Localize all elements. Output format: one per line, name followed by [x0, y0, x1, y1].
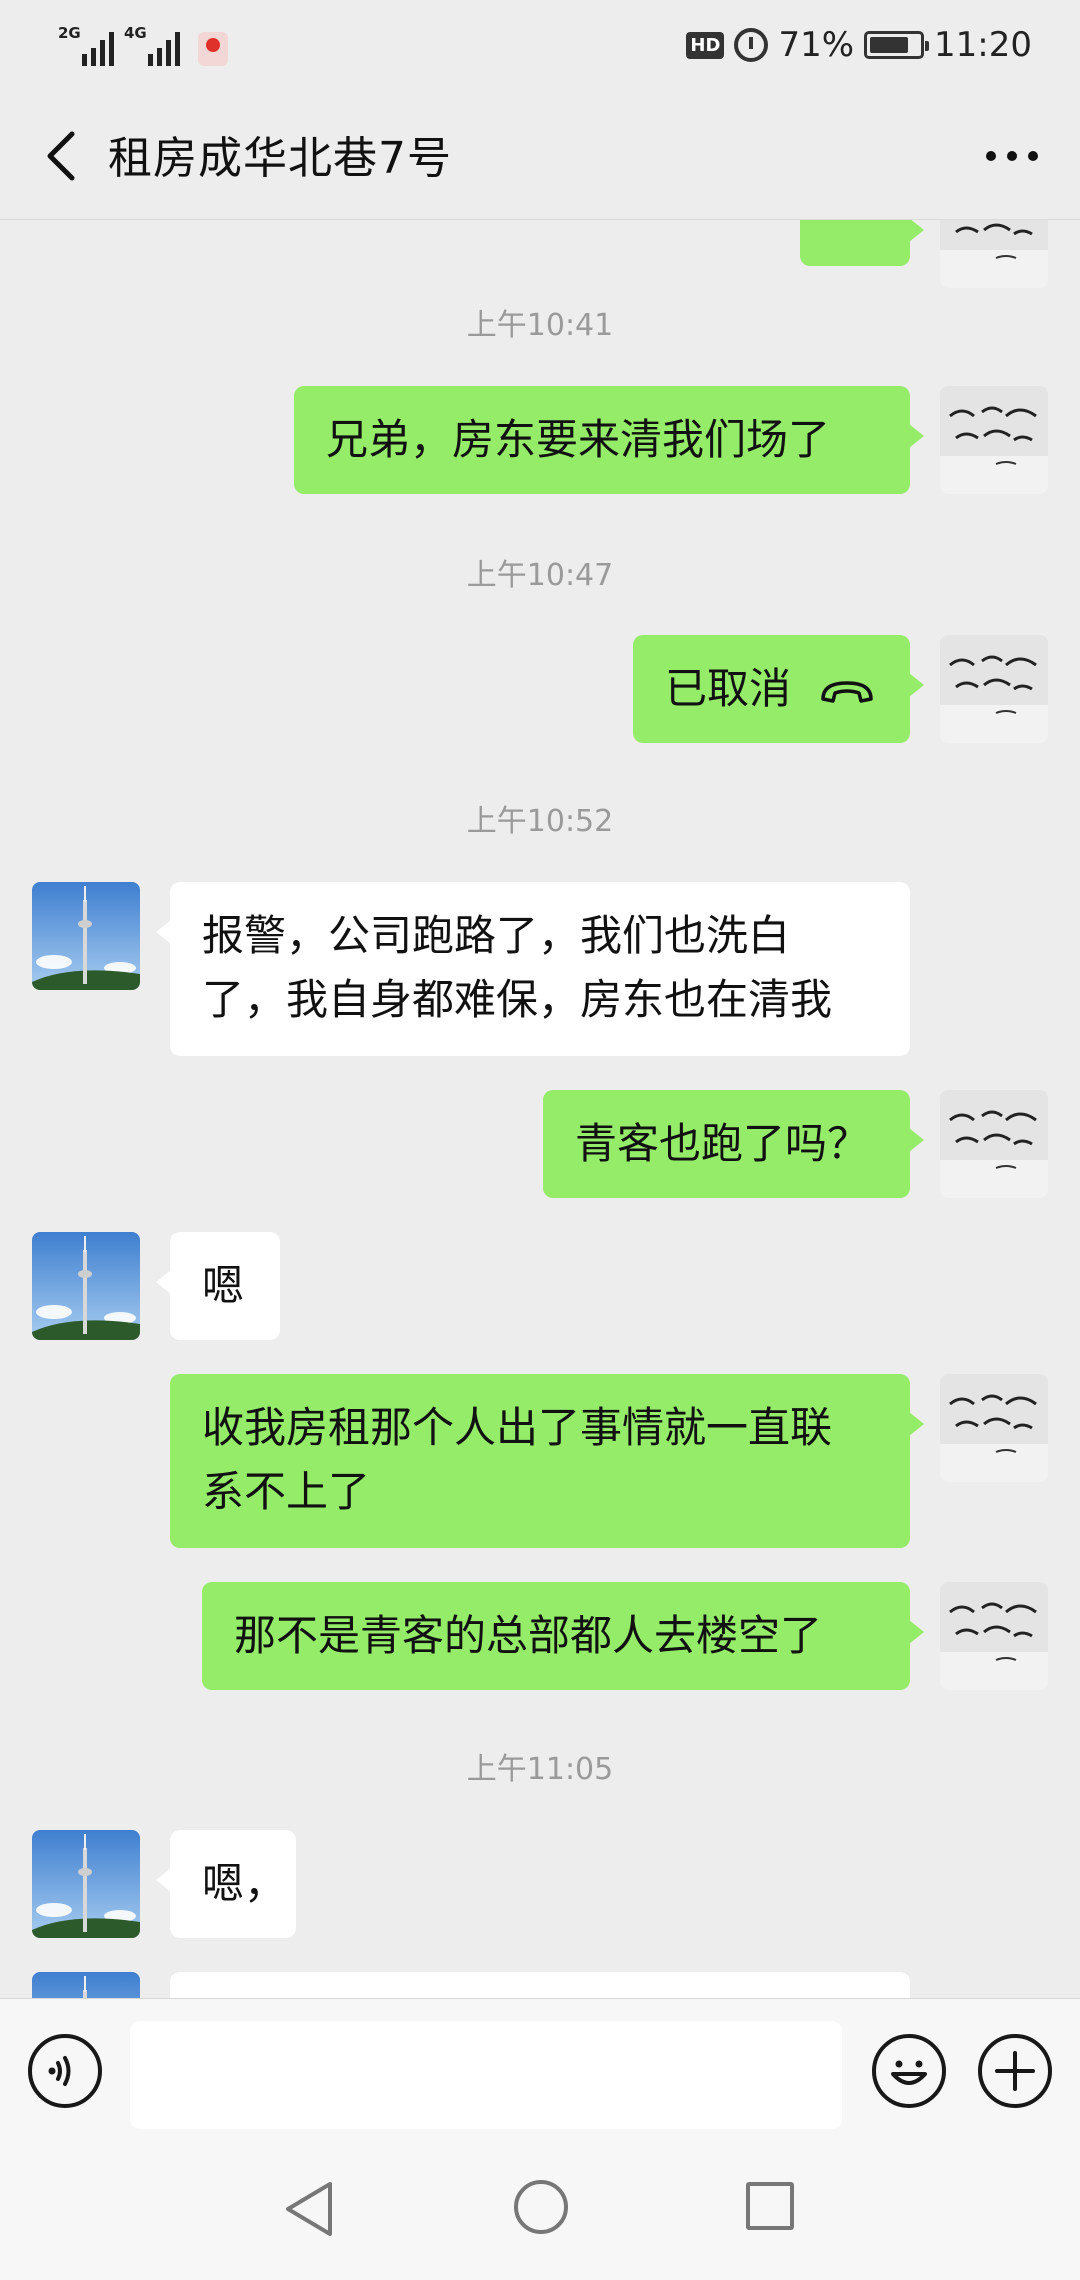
my-avatar[interactable] — [940, 1374, 1048, 1482]
contact-avatar[interactable] — [32, 882, 140, 990]
my-avatar[interactable] — [940, 1090, 1048, 1198]
outgoing-message[interactable]: 收我房租那个人出了事情就一直联 系不上了 — [170, 1374, 924, 1548]
signal-icon: 2G — [58, 24, 114, 66]
more-dots-icon[interactable] — [980, 132, 1044, 180]
message-text: 兄弟，房东要来清我们场了 — [326, 415, 831, 464]
input-bar — [0, 1998, 1080, 2138]
chat-title: 租房成华北巷7号 — [108, 133, 452, 184]
timestamp: 上午10:47 — [466, 558, 614, 593]
chat-area[interactable]: 上午10:41 兄弟，房东要来清我们场了 上午10:47 已取消 上午10:52 … — [0, 220, 1080, 1998]
my-avatar[interactable] — [940, 1582, 1048, 1690]
status-right: HD 71% 11:20 — [686, 20, 1032, 70]
outgoing-message[interactable]: 那不是青客的总部都人去楼空了 — [202, 1582, 924, 1690]
network-type-1: 2G — [58, 24, 81, 42]
message-text: 嗯 — [202, 1261, 245, 1310]
my-avatar[interactable] — [940, 386, 1048, 494]
incoming-message[interactable]: 报警，公司跑路了，我们也洗白 了，我自身都难保，房东也在清我 — [156, 882, 910, 1056]
status-left: 2G 4G — [58, 22, 228, 66]
back-arrow-icon[interactable] — [36, 128, 92, 184]
contact-avatar[interactable] — [32, 1972, 140, 1998]
clock: 11:20 — [934, 25, 1032, 65]
message-text: 嗯， — [202, 1859, 287, 1908]
network-type-2: 4G — [124, 24, 147, 42]
plus-icon[interactable] — [978, 2034, 1052, 2108]
incoming-message[interactable]: 嗯 — [156, 1232, 280, 1340]
message-input[interactable] — [130, 2021, 842, 2129]
outgoing-message[interactable]: 青客也跑了吗？ — [543, 1090, 924, 1198]
incoming-message[interactable]: 嗯， — [156, 1830, 296, 1938]
battery-percent: 71% — [778, 25, 855, 65]
message-bubble-partial[interactable] — [170, 1972, 910, 1998]
location-app-icon — [198, 32, 228, 66]
voice-icon[interactable] — [28, 2034, 102, 2108]
call-status-text: 已取消 — [665, 664, 792, 713]
system-nav-bar — [0, 2138, 1080, 2280]
timestamp: 上午10:52 — [466, 804, 614, 839]
my-avatar[interactable] — [940, 220, 1048, 288]
contact-avatar[interactable] — [32, 1232, 140, 1340]
alarm-icon — [734, 28, 769, 62]
message-text: 那不是青客的总部都人去楼空了 — [234, 1611, 823, 1660]
battery-icon — [864, 31, 930, 59]
message-bubble-partial[interactable] — [800, 220, 924, 266]
nav-home-icon[interactable] — [514, 2180, 568, 2234]
message-text: 报警，公司跑路了，我们也洗白 了，我自身都难保，房东也在清我 — [202, 911, 833, 1024]
status-bar: 2G 4G HD 71% 11:20 — [0, 0, 1080, 92]
hangup-call-icon — [821, 680, 873, 703]
nav-recent-icon[interactable] — [746, 2182, 794, 2230]
my-avatar[interactable] — [940, 635, 1048, 743]
signal-icon-2: 4G — [124, 24, 180, 66]
call-record-bubble[interactable]: 已取消 — [633, 635, 924, 743]
emoji-icon[interactable] — [872, 2034, 946, 2108]
timestamp: 上午11:05 — [466, 1752, 614, 1787]
outgoing-message[interactable]: 兄弟，房东要来清我们场了 — [294, 386, 924, 494]
contact-avatar[interactable] — [32, 1830, 140, 1938]
message-text: 青客也跑了吗？ — [575, 1119, 870, 1168]
hd-badge: HD — [686, 31, 725, 59]
message-text: 收我房租那个人出了事情就一直联 系不上了 — [202, 1403, 833, 1516]
nav-back-icon[interactable] — [282, 2180, 336, 2238]
timestamp: 上午10:41 — [466, 308, 614, 343]
chat-header: 租房成华北巷7号 — [0, 92, 1080, 220]
